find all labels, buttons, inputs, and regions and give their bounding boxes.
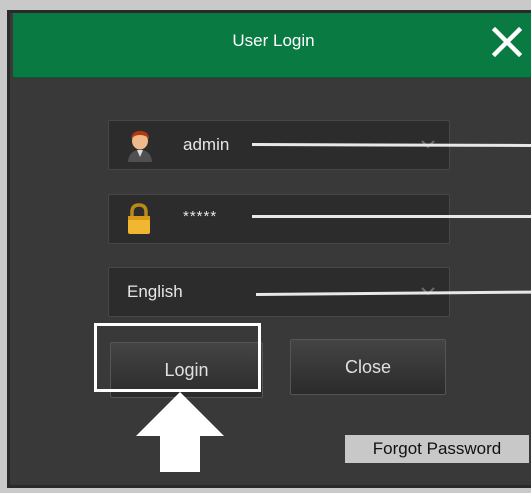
dialog-titlebar: User Login xyxy=(13,13,531,78)
close-button[interactable]: Close xyxy=(290,339,446,395)
lock-icon xyxy=(128,203,150,234)
up-arrow-icon xyxy=(136,392,224,472)
annotation-line xyxy=(252,215,531,218)
password-value: ***** xyxy=(183,208,218,225)
forgot-password-button[interactable]: Forgot Password xyxy=(345,435,529,463)
login-dialog: User Login admin ***** English Login Clo… xyxy=(7,10,531,488)
username-value: admin xyxy=(183,135,230,154)
dialog-title: User Login xyxy=(232,31,315,50)
login-highlight-box xyxy=(94,323,261,392)
password-field[interactable]: ***** xyxy=(108,194,450,244)
close-icon[interactable] xyxy=(490,25,524,59)
user-avatar-icon xyxy=(128,131,152,162)
language-value: English xyxy=(127,282,183,301)
